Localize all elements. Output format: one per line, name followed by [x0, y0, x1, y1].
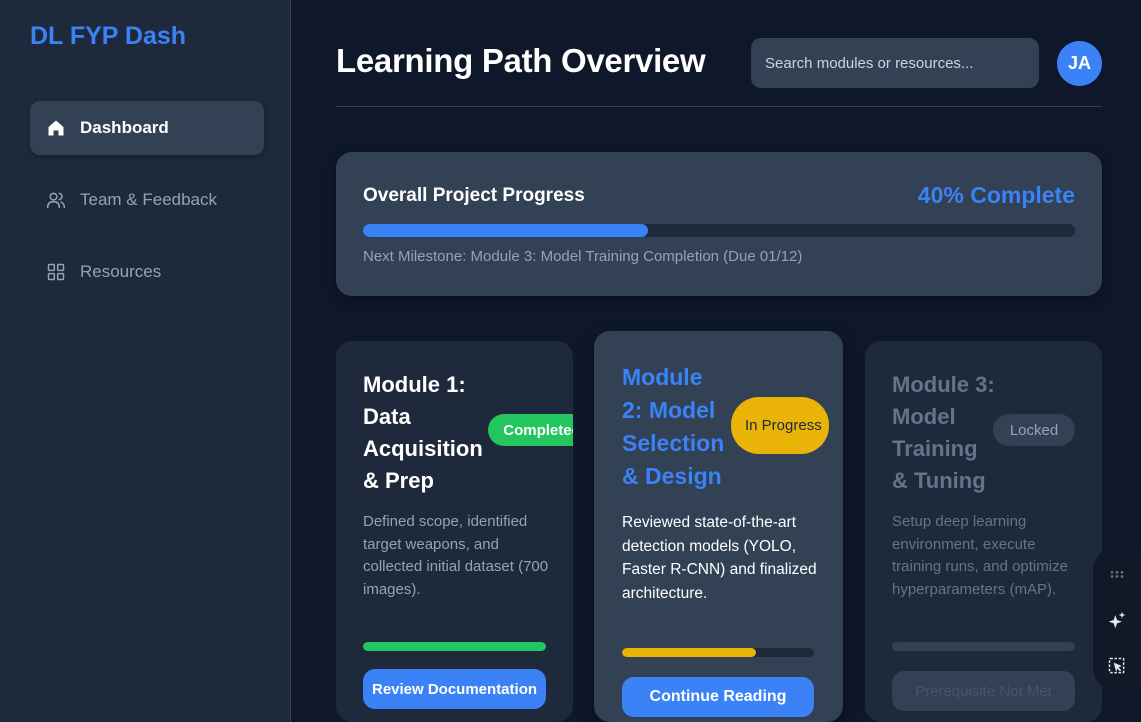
module-description: Reviewed state-of-the-art detection mode…	[622, 514, 817, 602]
home-icon	[45, 117, 67, 139]
app-logo[interactable]: DL FYP Dash	[30, 22, 186, 51]
header-divider	[336, 106, 1102, 107]
page-title: Learning Path Overview	[336, 42, 706, 79]
select-icon[interactable]	[1105, 654, 1129, 678]
progress-title: Overall Project Progress	[363, 185, 585, 206]
module-card-3: Module 3: Model Training & Tuning Locked…	[865, 341, 1102, 722]
module-title: Module 1: Data Acquisition & Prep	[363, 372, 483, 493]
prerequisite-not-met-button: Prerequisite Not Met	[892, 671, 1075, 711]
status-badge: Completed	[488, 414, 573, 446]
next-milestone: Next Milestone: Module 3: Model Training…	[363, 248, 803, 265]
module-progress-bar	[622, 648, 814, 657]
sidebar-item-label: Team & Feedback	[80, 190, 218, 209]
sidebar-item-dashboard[interactable]: Dashboard	[30, 101, 264, 155]
search-input[interactable]	[751, 38, 1039, 88]
users-icon	[45, 189, 67, 211]
sidebar: DL FYP Dash Dashboard Team & Feedback Re…	[0, 0, 291, 722]
grid-icon	[45, 261, 67, 283]
module-card-1: Module 1: Data Acquisition & Prep Comple…	[336, 341, 573, 722]
floating-toolbar	[1093, 548, 1141, 690]
progress-percent: 40% Complete	[917, 182, 1075, 208]
module-description: Defined scope, identified target weapons…	[363, 513, 549, 598]
sidebar-item-label: Dashboard	[80, 118, 169, 137]
avatar[interactable]: JA	[1057, 41, 1102, 86]
module-progress-fill	[622, 648, 757, 657]
module-card-2: Module 2: Model Selection & Design In Pr…	[594, 331, 843, 722]
status-badge: In Progress	[731, 397, 829, 454]
module-title: Module 3: Model Training & Tuning	[892, 372, 995, 493]
continue-reading-button[interactable]: Continue Reading	[622, 677, 814, 717]
sidebar-item-team-feedback[interactable]: Team & Feedback	[30, 173, 264, 227]
sidebar-item-resources[interactable]: Resources	[30, 245, 264, 299]
module-progress-fill	[363, 642, 546, 651]
module-description: Setup deep learning environment, execute…	[892, 513, 1068, 598]
sidebar-item-label: Resources	[80, 262, 162, 281]
sparkle-icon[interactable]	[1105, 608, 1129, 632]
overall-progress-card: Overall Project Progress 40% Complete Ne…	[336, 152, 1102, 296]
module-progress-bar	[363, 642, 546, 651]
grip-icon[interactable]	[1105, 562, 1129, 586]
module-title: Module 2: Model Selection & Design	[622, 364, 725, 489]
review-documentation-button[interactable]: Review Documentation	[363, 669, 546, 709]
status-badge: Locked	[993, 414, 1075, 446]
module-progress-bar	[892, 642, 1075, 651]
progress-bar	[363, 224, 1075, 237]
progress-bar-fill	[363, 224, 648, 237]
